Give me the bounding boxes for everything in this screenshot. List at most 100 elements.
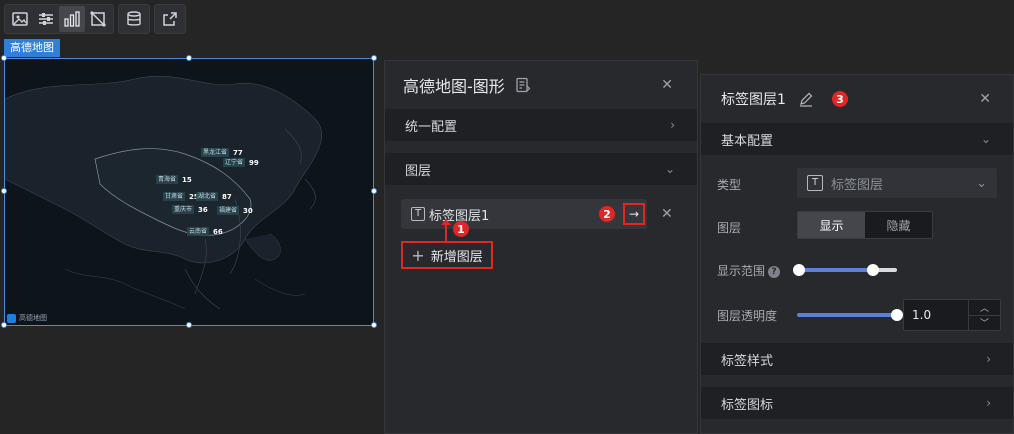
show-option[interactable]: 显示 — [798, 212, 865, 238]
opacity-value: 1.0 — [912, 308, 932, 322]
resize-handle-l[interactable] — [1, 188, 7, 194]
text-layer-icon: T — [411, 207, 425, 221]
chevron-down-icon: ⌄ — [980, 132, 991, 146]
map-label-chongqing[interactable]: 重庆市 36 — [172, 205, 210, 214]
help-icon[interactable]: ? — [768, 265, 781, 278]
display-range-label: 显示范围? — [717, 262, 781, 279]
section-label: 标签样式 — [721, 353, 774, 369]
resize-handle-t[interactable] — [186, 55, 192, 61]
step-badge-2: 2 — [599, 206, 615, 222]
graphics-config-panel: 高德地图-图形 ✕ 统一配置 › 图层 ⌄ T 标签图层1 2 → ✕ 1 + … — [384, 60, 698, 434]
chevron-down-icon[interactable]: ﹀ — [969, 316, 1000, 331]
resize-handle-bl[interactable] — [1, 322, 7, 328]
section-label: 统一配置 — [405, 119, 458, 135]
resize-handle-b[interactable] — [186, 322, 192, 328]
map-label-value: 87 — [222, 192, 232, 201]
panel-title: 高德地图-图形 — [403, 77, 505, 96]
map-widget-tag[interactable]: 高德地图 — [4, 39, 60, 57]
database-icon[interactable] — [121, 6, 147, 32]
map-label-yunnan[interactable]: 云南省 66 — [187, 227, 225, 236]
chevron-right-icon: › — [986, 352, 991, 366]
unified-config-section[interactable]: 统一配置 › — [385, 109, 697, 141]
map-label-value: 77 — [233, 148, 243, 157]
label-style-section[interactable]: 标签样式 › — [701, 343, 1013, 375]
toolbar-group-components — [4, 4, 114, 34]
doc-icon[interactable] — [515, 77, 531, 93]
map-logo: 高德地图 — [7, 313, 47, 323]
add-layer-button[interactable]: + 新增图层 — [401, 241, 493, 269]
resize-handle-tl[interactable] — [1, 55, 7, 61]
map-label-value: 36 — [198, 205, 208, 214]
layer-visibility-label: 图层 — [717, 221, 742, 235]
map-label-value: 99 — [249, 158, 259, 167]
toolbar — [4, 4, 186, 34]
toolbar-group-link — [154, 4, 186, 34]
bar-chart-icon[interactable] — [59, 6, 85, 32]
resize-handle-r[interactable] — [371, 188, 377, 194]
chevron-right-icon: › — [670, 118, 675, 132]
section-label: 基本配置 — [721, 133, 774, 149]
panel-title: 标签图层1 — [721, 92, 786, 108]
section-label: 标签图标 — [721, 397, 774, 413]
type-label: 类型 — [717, 178, 742, 192]
opacity-stepper: ︿ ﹀ — [968, 300, 1000, 330]
close-icon[interactable]: ✕ — [661, 77, 673, 93]
hide-option[interactable]: 隐藏 — [865, 212, 932, 238]
chevron-up-icon[interactable]: ︿ — [969, 300, 1000, 316]
amap-logo-icon — [7, 313, 16, 323]
map-label-name: 重庆市 — [172, 205, 195, 214]
map-label-value: 30 — [243, 206, 253, 215]
step-badge-3: 3 — [831, 91, 848, 107]
plus-icon: + — [411, 245, 425, 265]
opacity-knob[interactable] — [891, 309, 903, 321]
layer-enter-button[interactable]: → — [623, 203, 645, 225]
link-icon[interactable] — [157, 6, 183, 32]
layers-section[interactable]: 图层 ⌄ — [385, 153, 697, 185]
opacity-slider[interactable] — [797, 309, 903, 321]
range-fill — [799, 268, 873, 272]
panel-header: 高德地图-图形 — [385, 61, 697, 109]
shape-icon[interactable] — [85, 6, 111, 32]
label-icon-section[interactable]: 标签图标 › — [701, 387, 1013, 419]
map-label-name: 湖北省 — [196, 192, 219, 201]
display-range-slider[interactable] — [793, 264, 897, 276]
sliders-icon[interactable] — [33, 6, 59, 32]
resize-handle-tr[interactable] — [371, 55, 377, 61]
map-label-name: 青海省 — [156, 175, 179, 184]
label-layer-panel: 标签图层1 3 ✕ 基本配置 ⌄ 类型 T 标签图层 ⌄ 图层 显示 隐藏 显示… — [700, 74, 1014, 434]
map-label-qinghai[interactable]: 青海省 15 — [156, 175, 194, 184]
range-knob-max[interactable] — [866, 264, 879, 276]
map-label-heilongjiang[interactable]: 黑龙江省 77 — [201, 148, 245, 157]
type-value: 标签图层 — [831, 177, 884, 193]
annotation-arrow — [441, 219, 451, 241]
map-label-fujian[interactable]: 福建省 30 — [217, 206, 255, 215]
chevron-down-icon: ⌄ — [664, 162, 675, 176]
map-label-name: 黑龙江省 — [201, 148, 230, 157]
map-label-value: 66 — [213, 227, 223, 236]
chevron-right-icon: › — [986, 396, 991, 410]
section-label: 图层 — [405, 163, 432, 179]
layer-type-select[interactable]: T 标签图层 ⌄ — [797, 168, 997, 198]
display-range-text: 显示范围 — [717, 264, 766, 278]
chevron-down-icon: ⌄ — [976, 175, 987, 191]
image-icon[interactable] — [7, 6, 33, 32]
map-label-value: 15 — [182, 175, 192, 184]
opacity-input[interactable]: 1.0 ︿ ﹀ — [903, 299, 1001, 331]
resize-handle-br[interactable] — [371, 322, 377, 328]
map-label-liaoning[interactable]: 辽宁省 99 — [223, 158, 261, 167]
edit-icon[interactable] — [798, 91, 814, 107]
basic-config-section[interactable]: 基本配置 ⌄ — [701, 123, 1013, 155]
close-icon[interactable]: ✕ — [979, 91, 991, 107]
map-label-name: 福建省 — [217, 206, 240, 215]
map-label-name: 云南省 — [187, 227, 210, 236]
range-knob-min[interactable] — [793, 264, 805, 276]
visibility-toggle: 显示 隐藏 — [797, 211, 933, 239]
map-label-hubei[interactable]: 湖北省 87 — [196, 192, 234, 201]
delete-layer-icon[interactable]: ✕ — [661, 206, 673, 222]
panel-header: 标签图层1 3 — [701, 75, 1013, 123]
map-logo-text: 高德地图 — [19, 314, 47, 322]
add-layer-label: 新增图层 — [430, 249, 483, 265]
map-widget[interactable]: 黑龙江省 77 辽宁省 99 青海省 15 甘肃省 25 湖北省 87 重庆市 … — [4, 58, 374, 326]
text-layer-icon: T — [807, 175, 823, 191]
map-label-name: 甘肃省 — [163, 192, 186, 201]
